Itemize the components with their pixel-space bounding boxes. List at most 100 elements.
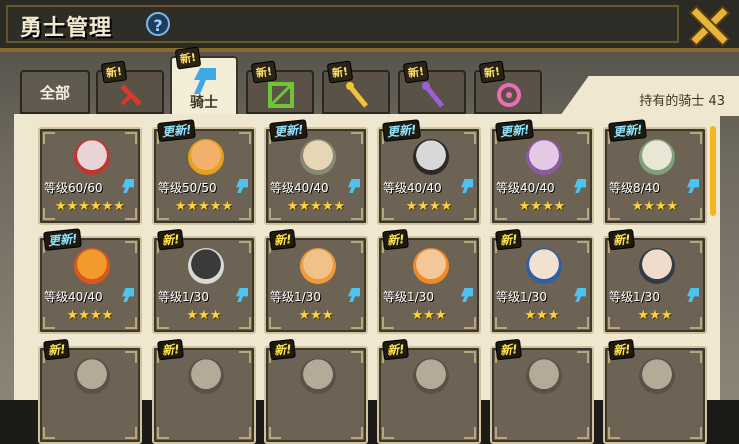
- hero-card[interactable]: 更新! 等级40/40 ★★★★: [377, 119, 481, 225]
- hero-card[interactable]: 更新! 等级40/40 ★★★★: [490, 119, 594, 225]
- hero-level: 等级1/30: [383, 290, 434, 304]
- hero-card[interactable]: 更新! 等级8/40 ★★★★: [603, 119, 707, 225]
- card-corner: [239, 132, 251, 144]
- hero-stars: ★★★: [524, 308, 560, 323]
- hero-card[interactable]: 新!: [490, 338, 594, 444]
- card-corner: [351, 241, 363, 253]
- hero-portrait: [300, 358, 336, 394]
- card-corner: [608, 427, 620, 439]
- axe-class-icon: [461, 179, 473, 193]
- axe-class-icon: [236, 179, 248, 193]
- card-corner: [690, 351, 702, 363]
- hero-card[interactable]: 更新! 等级40/40 ★★★★★: [264, 119, 368, 225]
- title-bar: 勇士管理 ?: [0, 0, 739, 52]
- hero-card[interactable]: 新! 等级1/30 ★★★: [264, 228, 368, 334]
- card-corner: [464, 427, 476, 439]
- hero-stars: ★★★★★: [174, 199, 234, 214]
- tab-wand[interactable]: 新!: [398, 60, 466, 114]
- help-icon[interactable]: ?: [146, 12, 170, 36]
- hero-level: 等级40/40: [44, 290, 103, 304]
- card-corner: [239, 241, 251, 253]
- card-tag: 更新!: [382, 119, 422, 142]
- bow-icon: [268, 82, 294, 108]
- axe-class-icon: [236, 288, 248, 302]
- axe-class-icon: [461, 288, 473, 302]
- card-tag: 新!: [382, 338, 410, 361]
- hero-level: 等级40/40: [270, 181, 329, 195]
- card-tag: 更新!: [495, 119, 535, 142]
- hero-level: 等级1/30: [609, 290, 660, 304]
- card-tag: 更新!: [608, 119, 648, 142]
- card-tag: 新!: [43, 338, 71, 361]
- card-tag: 新!: [608, 228, 636, 251]
- hero-portrait: [413, 139, 449, 175]
- hero-card[interactable]: 新!: [264, 338, 368, 444]
- card-tag: 新!: [157, 228, 185, 251]
- hero-portrait: [188, 139, 224, 175]
- hero-portrait: [74, 139, 110, 175]
- tab-bow[interactable]: 新!: [246, 60, 314, 114]
- hero-portrait: [188, 248, 224, 284]
- hero-stars: ★★★★★: [286, 199, 346, 214]
- card-corner: [351, 427, 363, 439]
- wand-icon: [422, 82, 444, 108]
- card-corner: [690, 427, 702, 439]
- scrollbar[interactable]: [710, 126, 716, 216]
- hero-card[interactable]: 新! 等级1/30 ★★★: [490, 228, 594, 334]
- hero-level: 等级1/30: [496, 290, 547, 304]
- hero-portrait: [300, 139, 336, 175]
- tab-all-label: 全部: [39, 84, 70, 102]
- hero-portrait: [413, 248, 449, 284]
- hero-portrait: [526, 358, 562, 394]
- card-tag: 新!: [608, 338, 636, 361]
- card-tag: 新!: [269, 338, 297, 361]
- hero-level: 等级40/40: [496, 181, 555, 195]
- hero-card[interactable]: 新!: [152, 338, 256, 444]
- orb-icon: [497, 83, 521, 107]
- card-tag: 新!: [495, 228, 523, 251]
- sword-icon: [120, 84, 142, 106]
- tab-sword[interactable]: 新!: [96, 60, 164, 114]
- hero-card[interactable]: 更新! 等级40/40 ★★★★: [38, 228, 142, 334]
- axe-class-icon: [348, 288, 360, 302]
- hero-stars: ★★★: [298, 308, 334, 323]
- hero-portrait: [188, 358, 224, 394]
- hero-card[interactable]: 新!: [38, 338, 142, 444]
- card-corner: [690, 241, 702, 253]
- card-corner: [464, 351, 476, 363]
- card-tag: 更新!: [43, 228, 83, 251]
- hero-card[interactable]: 新!: [377, 338, 481, 444]
- card-corner: [577, 241, 589, 253]
- hero-level: 等级50/50: [158, 181, 217, 195]
- hero-stars: ★★★: [637, 308, 673, 323]
- axe-class-icon: [122, 179, 134, 193]
- axe-class-icon: [687, 179, 699, 193]
- hero-portrait: [74, 248, 110, 284]
- hero-card[interactable]: 新! 等级1/30 ★★★: [603, 228, 707, 334]
- card-corner: [382, 427, 394, 439]
- staff-icon: [346, 82, 368, 108]
- hero-card[interactable]: 更新! 等级50/50 ★★★★★: [152, 119, 256, 225]
- close-icon[interactable]: [686, 6, 732, 46]
- hero-stars: ★★★: [411, 308, 447, 323]
- hero-card[interactable]: 新! 等级1/30 ★★★: [152, 228, 256, 334]
- card-corner: [577, 132, 589, 144]
- card-corner: [157, 427, 169, 439]
- tab-knight[interactable]: 新! 骑士: [170, 46, 238, 118]
- hero-stars: ★★★★★★: [55, 199, 125, 214]
- card-tag: 新!: [495, 338, 523, 361]
- hero-card[interactable]: 新!: [603, 338, 707, 444]
- card-tag: 更新!: [157, 119, 197, 142]
- tab-all[interactable]: 全部: [20, 70, 90, 114]
- axe-class-icon: [574, 288, 586, 302]
- card-corner: [464, 132, 476, 144]
- card-corner: [125, 132, 137, 144]
- card-corner: [577, 351, 589, 363]
- tab-staff[interactable]: 新!: [322, 60, 390, 114]
- card-corner: [351, 351, 363, 363]
- tab-orb[interactable]: 新!: [474, 60, 542, 114]
- hero-card[interactable]: 等级60/60 ★★★★★★: [38, 127, 142, 225]
- hero-level: 等级8/40: [609, 181, 660, 195]
- card-corner: [43, 427, 55, 439]
- hero-card[interactable]: 新! 等级1/30 ★★★: [377, 228, 481, 334]
